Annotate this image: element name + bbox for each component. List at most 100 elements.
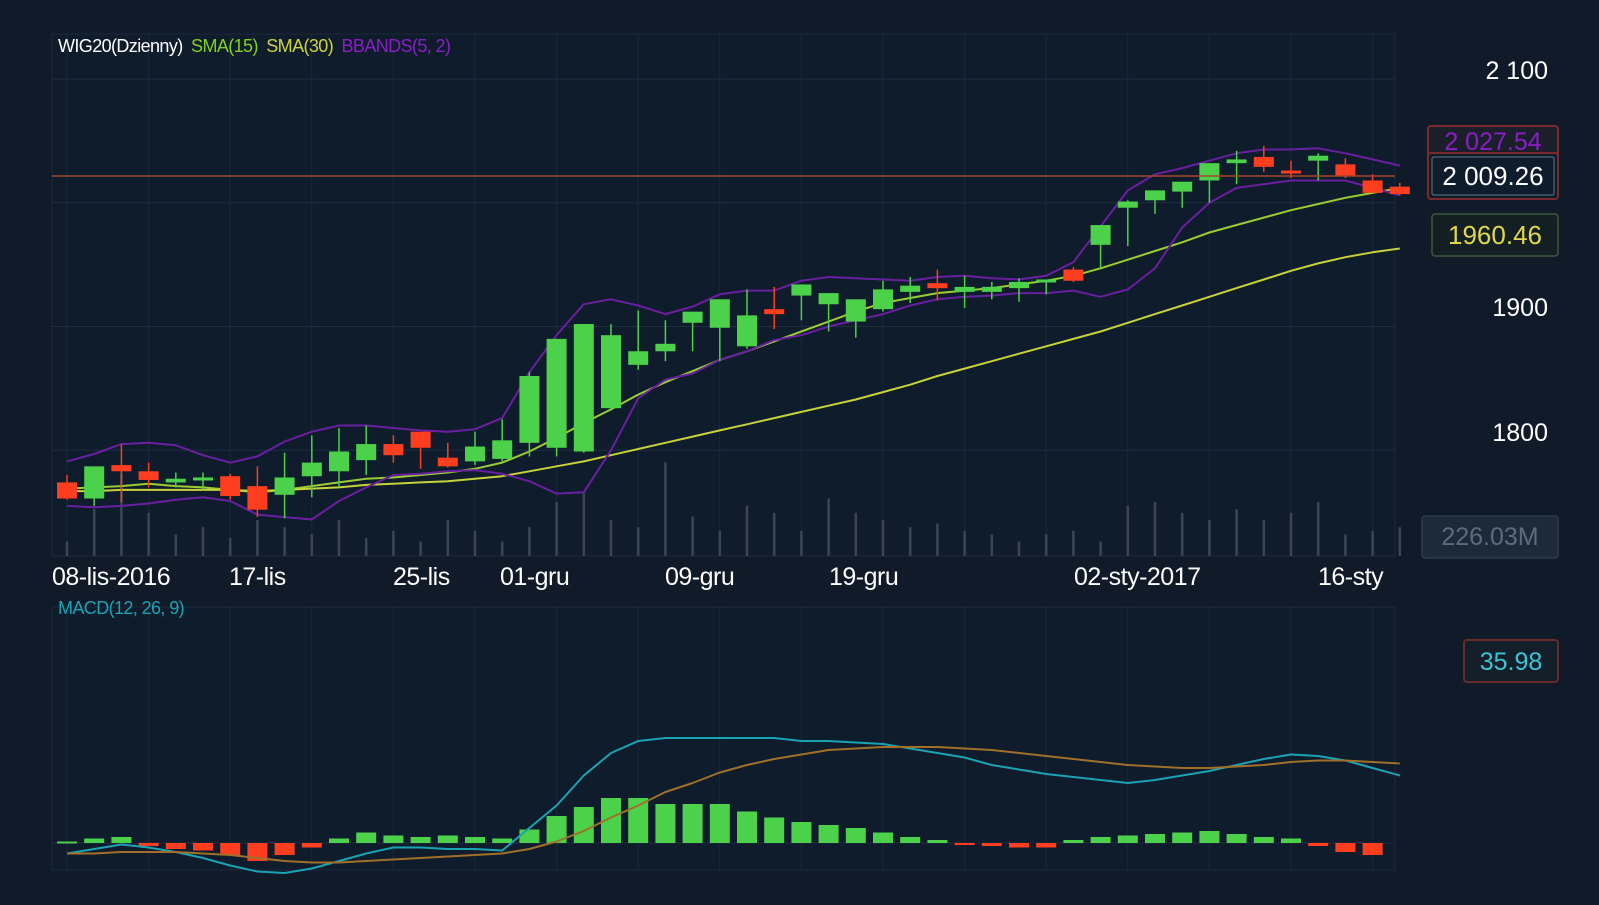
candle-down <box>57 482 77 499</box>
macd-histogram-bar <box>1253 837 1274 843</box>
macd-histogram-bar <box>193 843 213 851</box>
macd-histogram-bar <box>519 829 540 843</box>
x-tick-label: 25-lis <box>393 563 450 591</box>
macd-histogram-bar <box>329 838 349 843</box>
price-panel <box>51 33 1396 557</box>
macd-histogram-bar <box>356 832 377 843</box>
x-tick-label: 02-sty-2017 <box>1074 563 1201 591</box>
candle-up <box>981 286 1002 292</box>
macd-histogram-bar <box>1308 843 1329 846</box>
macd-histogram-bar <box>709 804 730 843</box>
candle-down <box>220 476 241 497</box>
macd-histogram-bar <box>383 835 404 843</box>
y-tick-label: 2 100 <box>1485 57 1548 85</box>
chart-stage: WIG20(Dzienny) SMA(15) SMA(30) BBANDS(5,… <box>0 0 1599 900</box>
macd-histogram-bar <box>737 811 757 843</box>
candle-up <box>1308 155 1329 161</box>
y-tick-label: 1900 <box>1492 294 1548 322</box>
candle-up <box>818 293 839 305</box>
candle-up <box>1199 163 1220 181</box>
candle-down <box>247 486 268 510</box>
candle-up <box>519 376 540 443</box>
macd-histogram-bar <box>900 837 921 843</box>
candle-up <box>465 446 485 462</box>
candle-up <box>900 285 921 292</box>
macd-histogram-bar <box>301 843 322 848</box>
last-price-badge-value: 2 009.26 <box>1442 161 1543 191</box>
candle-up <box>546 338 567 448</box>
price-panel-legend: WIG20(Dzienny) SMA(15) SMA(30) BBANDS(5,… <box>58 36 450 56</box>
x-tick-label: 08-lis-2016 <box>52 563 170 591</box>
candle-up <box>492 440 513 459</box>
candle-up <box>329 451 349 472</box>
symbol-legend: WIG20(Dzienny) <box>58 36 183 56</box>
candle-up <box>1226 159 1247 164</box>
macd-histogram-bar <box>1036 843 1057 848</box>
x-tick-label: 01-gru <box>500 563 569 591</box>
sma30-legend: SMA(30) <box>266 36 333 56</box>
macd-histogram-bar <box>57 841 77 844</box>
volume-badge-value: 226.03M <box>1441 523 1538 551</box>
candle-down <box>1362 180 1383 193</box>
macd-histogram-bar <box>437 835 458 843</box>
candle-up <box>1036 279 1057 283</box>
macd-histogram-bar <box>1172 832 1193 843</box>
candle-down <box>437 457 458 467</box>
last-price-badge: 2 009.26 <box>1427 152 1559 200</box>
macd-histogram-bar <box>492 838 513 843</box>
candle-down <box>1389 186 1410 195</box>
macd-histogram-bar <box>655 804 676 843</box>
y-tick-label: 1800 <box>1492 419 1548 447</box>
x-tick-label: 17-lis <box>229 563 286 591</box>
candle-down <box>764 309 785 315</box>
sma15-badge: 1960.46 <box>1431 213 1559 257</box>
macd-histogram-bar <box>465 837 485 843</box>
candle-up <box>791 284 812 296</box>
candle-up <box>682 311 703 323</box>
chart-svg: WIG20(Dzienny) SMA(15) SMA(30) BBANDS(5,… <box>0 0 1599 900</box>
macd-histogram-bar <box>220 843 241 855</box>
candle-down <box>111 465 132 472</box>
candle-up <box>274 477 295 495</box>
macd-histogram-bar <box>165 843 186 849</box>
macd-histogram-bar <box>764 817 785 843</box>
candle-down <box>410 431 431 448</box>
macd-histogram-bar <box>1199 831 1220 843</box>
macd-histogram-bar <box>873 832 893 843</box>
volume-badge: 226.03M <box>1421 515 1559 559</box>
macd-histogram-bar <box>1145 834 1165 843</box>
bb-upper-badge-value: 2 027.54 <box>1444 128 1541 156</box>
candle-up <box>954 286 975 292</box>
candle-up <box>84 466 105 499</box>
macd-histogram-bar <box>682 804 703 843</box>
sma15-legend: SMA(15) <box>191 36 258 56</box>
candle-up <box>1117 201 1138 208</box>
candle-up <box>573 324 594 452</box>
macd-histogram-bar <box>1090 837 1111 843</box>
candle-up <box>1172 181 1193 192</box>
macd-histogram-bar <box>138 843 159 846</box>
candle-up <box>601 335 621 409</box>
bbands-legend: BBANDS(5, 2) <box>342 36 451 56</box>
macd-histogram-bar <box>1335 843 1356 852</box>
candle-up <box>193 477 213 481</box>
macd-histogram-bar <box>84 838 105 843</box>
x-tick-label: 19-gru <box>829 563 898 591</box>
macd-histogram-bar <box>1281 838 1301 843</box>
candle-up <box>655 343 676 352</box>
candle-down <box>927 283 948 289</box>
macd-histogram-bar <box>818 825 839 843</box>
macd-histogram-bar <box>1117 835 1138 843</box>
macd-badge-value: 35.98 <box>1480 648 1543 676</box>
candle-down <box>1253 156 1274 167</box>
candle-down <box>1281 170 1301 174</box>
x-tick-label: 09-gru <box>665 563 734 591</box>
macd-histogram-bar <box>845 828 866 843</box>
macd-histogram-bar <box>954 843 975 845</box>
candle-down <box>383 444 404 456</box>
candle-up <box>737 315 757 347</box>
candle-down <box>1335 164 1356 176</box>
candle-up <box>1009 281 1029 289</box>
candle-up <box>1145 190 1165 201</box>
macd-histogram-bar <box>111 837 132 843</box>
